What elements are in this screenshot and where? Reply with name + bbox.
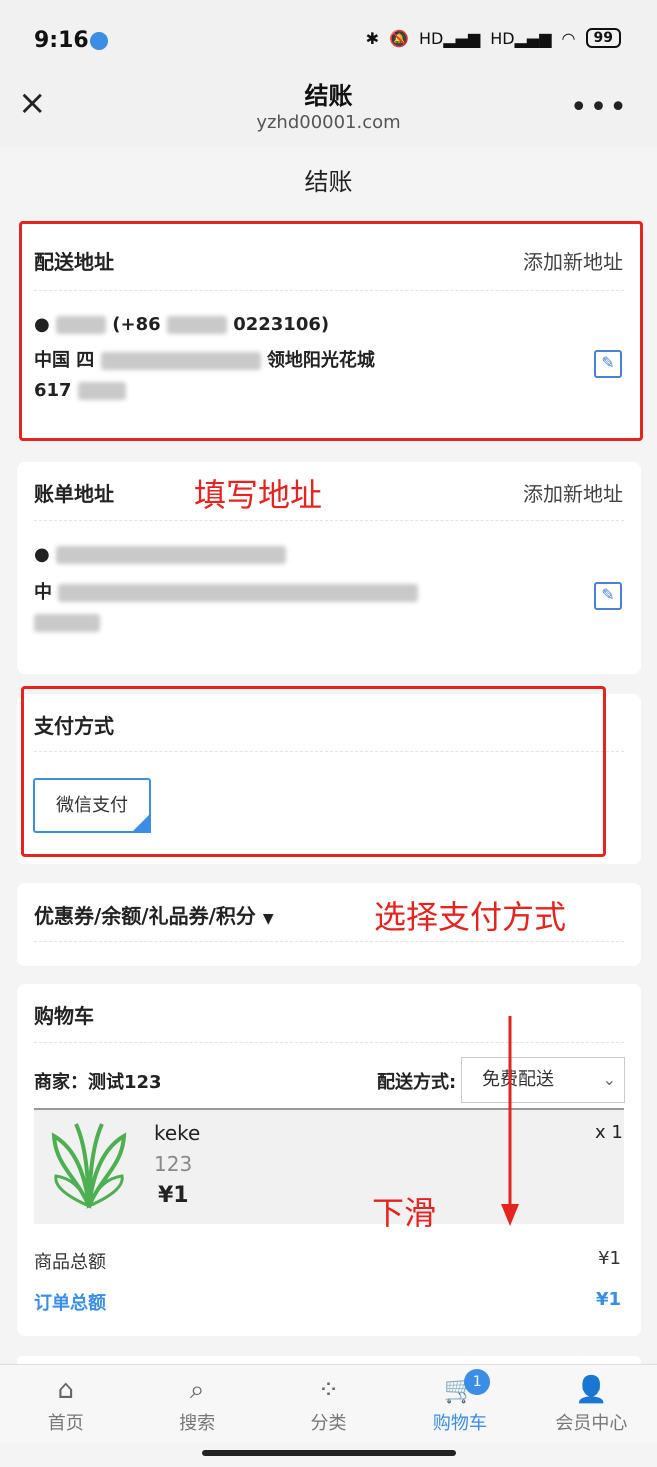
annotation-box-shipping (19, 221, 643, 441)
tab-label: 购物车 (432, 1413, 487, 1434)
annotation-fill-address: 填写地址 (194, 476, 323, 514)
product-sku: 123 (154, 1152, 193, 1176)
location-pin-icon: ● (34, 544, 50, 565)
status-icons: ✱ 🔕 HD▂▄▆ HD▂▄▆ ◠ 99 (366, 28, 621, 48)
user-icon: 👤 (575, 1375, 608, 1405)
arrow-down-icon (501, 1016, 519, 1226)
tab-member[interactable]: 👤 会员中心 (526, 1365, 657, 1443)
shipping-method-select[interactable]: 免费配送 ⌄ (461, 1057, 625, 1103)
divider (34, 941, 624, 942)
product-quantity: x 1 (595, 1122, 623, 1143)
billing-name-phone: ● (34, 544, 286, 565)
wifi-icon: ◠ (561, 28, 576, 48)
tab-cart[interactable]: 🛒 1 购物车 (394, 1365, 525, 1443)
billing-add-address-link[interactable]: 添加新地址 (523, 478, 623, 507)
category-icon: ⁘ (317, 1375, 340, 1405)
order-total-label: 订单总额 (34, 1293, 106, 1314)
billing-postcode (34, 612, 100, 633)
search-icon: ⌕ (189, 1375, 205, 1405)
tab-label: 分类 (310, 1413, 347, 1434)
home-indicator[interactable] (202, 1450, 456, 1456)
billing-address-title: 账单地址 (34, 482, 114, 506)
battery-indicator: 99 (585, 28, 621, 48)
bottom-tab-bar: ⌂ 首页 ⌕ 搜索 ⁘ 分类 🛒 1 购物车 👤 会员中心 (0, 1364, 657, 1443)
order-total-value: ¥1 (595, 1289, 621, 1310)
nav-title: 结账 (304, 82, 353, 110)
redacted-text (56, 546, 286, 564)
tab-home[interactable]: ⌂ 首页 (0, 1365, 131, 1443)
tab-label: 搜索 (179, 1413, 216, 1434)
annotation-box-payment (21, 686, 606, 857)
redacted-text (58, 584, 419, 602)
tab-search[interactable]: ⌕ 搜索 (131, 1365, 262, 1443)
divider (34, 1042, 624, 1043)
cart-icon: 🛒 (443, 1375, 477, 1405)
chevron-down-icon: ⌄ (602, 1070, 616, 1089)
product-image (51, 1123, 127, 1209)
annotation-choose-payment: 选择支付方式 (374, 898, 567, 936)
tab-label: 会员中心 (555, 1413, 628, 1434)
seller-label: 商家：测试123 (34, 1072, 162, 1093)
page-title: 结账 (304, 168, 353, 196)
edit-billing-address-icon[interactable]: ✎ (594, 582, 622, 610)
annotation-scroll-down: 下滑 (372, 1194, 437, 1232)
product-price: ¥1 (158, 1183, 189, 1208)
divider (34, 520, 624, 521)
signal-icon-2: HD▂▄▆ (490, 28, 552, 48)
cart-title: 购物车 (34, 1004, 94, 1028)
redacted-text (34, 614, 100, 632)
tab-label: 首页 (47, 1413, 84, 1434)
bluetooth-icon: ✱ (365, 28, 380, 48)
coupon-toggle[interactable]: 优惠券/余额/礼品券/积分 ▼ (34, 900, 274, 929)
tab-category[interactable]: ⁘ 分类 (263, 1365, 394, 1443)
shipping-method-label: 配送方式: (377, 1072, 457, 1093)
subtotal-value: ¥1 (598, 1248, 621, 1269)
caret-down-icon: ▼ (262, 911, 274, 927)
billing-address-line: 中 (34, 578, 419, 604)
status-time: 9:16 (34, 28, 89, 53)
product-name: keke (154, 1121, 201, 1145)
subtotal-label: 商品总额 (34, 1252, 106, 1273)
more-menu-icon[interactable]: ••• (570, 90, 629, 125)
nav-subtitle: yzhd00001.com (256, 112, 401, 133)
signal-icon: HD▂▄▆ (418, 28, 481, 48)
home-icon: ⌂ (57, 1375, 74, 1405)
app-notification-icon (90, 32, 108, 50)
mute-icon: 🔕 (389, 28, 409, 48)
